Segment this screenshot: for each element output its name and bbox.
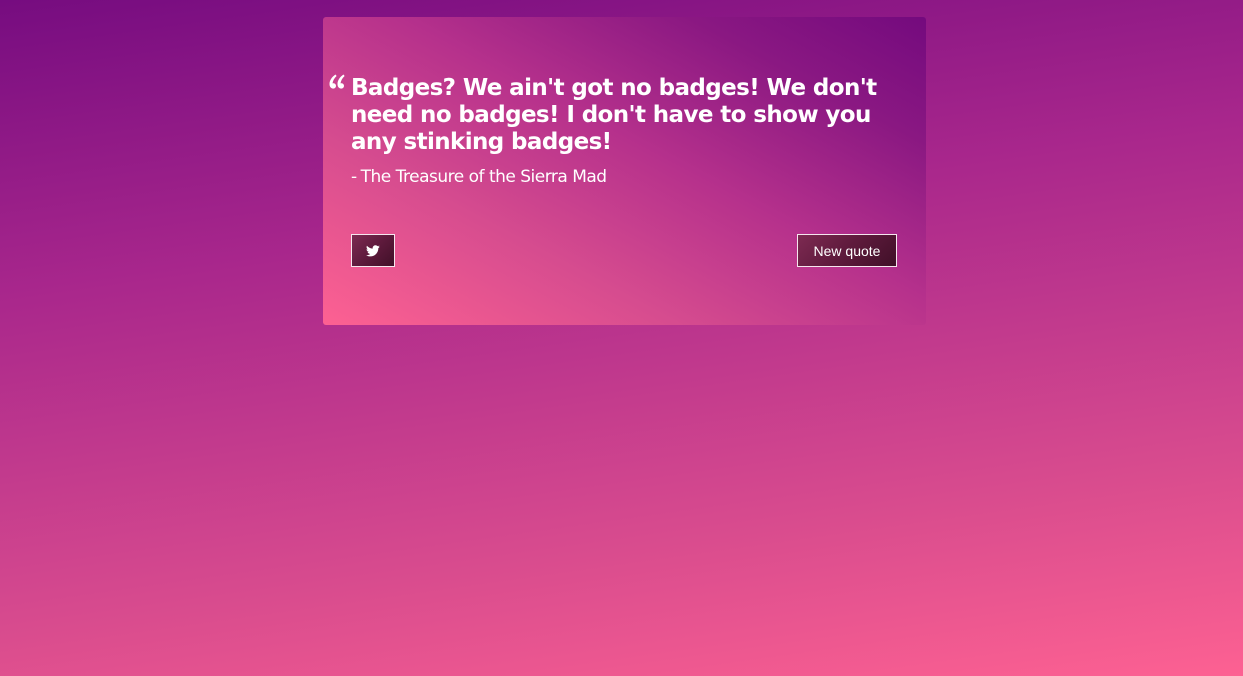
quote-text: Badges? We ain't got no badges! We don't…: [351, 75, 877, 155]
author-prefix: -: [351, 167, 357, 187]
new-quote-button[interactable]: New quote: [797, 234, 897, 267]
twitter-icon: [366, 244, 380, 257]
tweet-quote-button[interactable]: [351, 234, 395, 267]
left-double-quote-icon: [328, 73, 346, 95]
quote-box: Badges? We ain't got no badges! We don't…: [323, 17, 926, 325]
quote-author: - The Treasure of the Sierra Mad: [351, 166, 896, 188]
author-name: The Treasure of the Sierra Mad: [360, 167, 607, 187]
